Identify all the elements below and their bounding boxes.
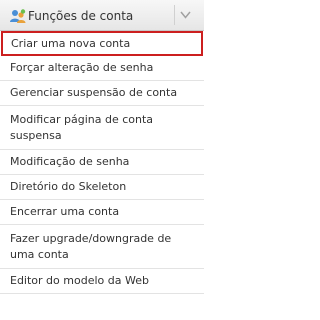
menu-item-password-modification[interactable]: Modificação de senha (0, 150, 204, 175)
panel-title: Funções de conta (28, 9, 134, 23)
account-functions-menu: Criar uma nova conta Forçar alteração de… (0, 31, 204, 294)
menu-item-skeleton-directory[interactable]: Diretório do Skeleton (0, 175, 204, 200)
menu-item-label: Fazer upgrade/downgrade de uma conta (10, 231, 172, 261)
menu-item-label: Modificar página de conta suspensa (10, 112, 154, 142)
menu-item-close-account[interactable]: Encerrar uma conta (0, 200, 204, 225)
menu-item-label: Encerrar uma conta (10, 205, 120, 218)
menu-item-label: Editor do modelo da Web (10, 274, 149, 287)
menu-item-label: Gerenciar suspensão de conta (10, 86, 178, 99)
menu-item-create-account[interactable]: Criar uma nova conta (1, 31, 203, 56)
menu-item-modify-suspended-page[interactable]: Modificar página de conta suspensa (0, 106, 204, 150)
menu-item-label: Criar uma nova conta (11, 36, 131, 50)
panel-header[interactable]: Funções de conta (0, 0, 204, 31)
menu-item-web-template-editor[interactable]: Editor do modelo da Web (0, 269, 204, 294)
menu-item-manage-suspension[interactable]: Gerenciar suspensão de conta (0, 81, 204, 106)
menu-item-upgrade-downgrade[interactable]: Fazer upgrade/downgrade de uma conta (0, 225, 204, 269)
collapse-button[interactable] (174, 5, 196, 25)
menu-item-force-password-change[interactable]: Forçar alteração de senha (0, 56, 204, 81)
menu-item-label: Forçar alteração de senha (10, 61, 154, 74)
menu-item-label: Diretório do Skeleton (10, 180, 127, 193)
account-functions-panel: Funções de conta Criar uma nova conta Fo… (0, 0, 204, 320)
menu-item-label: Modificação de senha (10, 155, 130, 168)
account-roles-icon (10, 9, 26, 23)
chevron-down-icon (180, 11, 191, 19)
